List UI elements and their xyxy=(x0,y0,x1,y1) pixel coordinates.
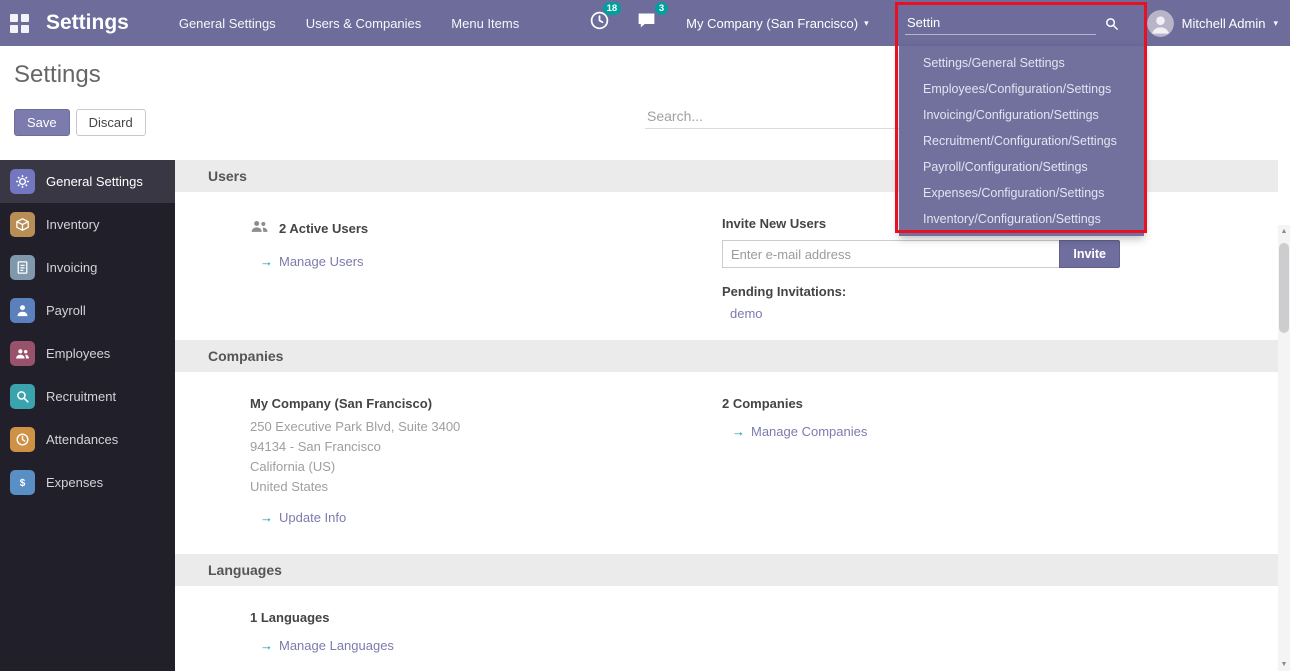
languages-section: 1 Languages → Manage Languages xyxy=(175,586,1278,671)
chat-bubble-icon xyxy=(636,10,657,36)
activities-button[interactable]: 18 xyxy=(589,10,610,36)
invite-button[interactable]: Invite xyxy=(1059,240,1120,268)
person-icon xyxy=(10,298,35,323)
vertical-scrollbar[interactable]: ▲ ▼ xyxy=(1278,225,1290,671)
sidebar-item-inventory[interactable]: Inventory xyxy=(0,203,175,246)
chevron-down-icon: ▾ xyxy=(1273,18,1278,29)
scroll-up-arrow-icon[interactable]: ▲ xyxy=(1278,228,1290,235)
search-suggestion-item[interactable]: Invoicing/Configuration/Settings xyxy=(899,102,1144,128)
update-info-label: Update Info xyxy=(279,510,346,525)
save-button[interactable]: Save xyxy=(14,109,70,136)
control-panel-buttons: Save Discard xyxy=(14,109,146,136)
address-line: 94134 - San Francisco xyxy=(250,437,722,457)
search-suggestion-item[interactable]: Payroll/Configuration/Settings xyxy=(899,154,1144,180)
sidebar-item-label: Recruitment xyxy=(46,389,116,404)
sidebar-item-employees[interactable]: Employees xyxy=(0,332,175,375)
sidebar-item-expenses[interactable]: $ Expenses xyxy=(0,461,175,504)
sidebar-item-label: Expenses xyxy=(46,475,103,490)
box-icon xyxy=(10,212,35,237)
sidebar-item-label: Inventory xyxy=(46,217,99,232)
dollar-icon: $ xyxy=(10,470,35,495)
messages-badge: 3 xyxy=(655,2,668,15)
user-avatar xyxy=(1147,10,1174,37)
address-line: United States xyxy=(250,477,722,497)
page-title: Settings xyxy=(14,61,101,89)
settings-sidebar: General Settings Inventory Invoicing Pay… xyxy=(0,160,175,671)
chevron-down-icon: ▾ xyxy=(864,18,869,29)
arrow-right-icon: → xyxy=(732,424,745,439)
arrow-right-icon: → xyxy=(260,638,273,653)
gear-icon xyxy=(10,169,35,194)
companies-section: My Company (San Francisco) 250 Executive… xyxy=(175,372,1278,554)
users-group-icon xyxy=(250,216,270,241)
search-suggestion-item[interactable]: Expenses/Configuration/Settings xyxy=(899,180,1144,206)
search-suggestion-item[interactable]: Inventory/Configuration/Settings xyxy=(899,206,1144,232)
arrow-right-icon: → xyxy=(260,510,273,525)
section-title: Companies xyxy=(208,348,283,364)
address-line: 250 Executive Park Blvd, Suite 3400 xyxy=(250,417,722,437)
company-switcher[interactable]: My Company (San Francisco) ▾ xyxy=(686,16,868,31)
navbar-search-input[interactable] xyxy=(905,11,1096,35)
messages-button[interactable]: 3 xyxy=(636,10,657,36)
discard-button[interactable]: Discard xyxy=(76,109,146,136)
sidebar-item-label: General Settings xyxy=(46,174,143,189)
menu-general-settings[interactable]: General Settings xyxy=(171,10,284,37)
sidebar-item-attendances[interactable]: Attendances xyxy=(0,418,175,461)
search-suggestion-item[interactable]: Recruitment/Configuration/Settings xyxy=(899,128,1144,154)
sidebar-item-label: Attendances xyxy=(46,432,118,447)
sidebar-item-label: Payroll xyxy=(46,303,86,318)
invite-email-input[interactable] xyxy=(722,240,1059,268)
scroll-down-arrow-icon[interactable]: ▼ xyxy=(1278,661,1290,668)
sidebar-item-invoicing[interactable]: Invoicing xyxy=(0,246,175,289)
sidebar-item-general-settings[interactable]: General Settings xyxy=(0,160,175,203)
update-info-link[interactable]: → Update Info xyxy=(260,510,346,525)
user-menu[interactable]: Mitchell Admin ▾ xyxy=(1147,10,1278,37)
app-title[interactable]: Settings xyxy=(46,11,129,35)
search-suggestion-item[interactable]: Employees/Configuration/Settings xyxy=(899,76,1144,102)
section-header-languages: Languages xyxy=(175,554,1278,586)
manage-languages-label: Manage Languages xyxy=(279,638,394,653)
section-title: Users xyxy=(208,168,247,184)
section-header-companies: Companies xyxy=(175,340,1278,372)
arrow-right-icon: → xyxy=(260,254,273,269)
address-line: California (US) xyxy=(250,457,722,477)
pending-invitations-label: Pending Invitations: xyxy=(722,284,1142,299)
sidebar-item-label: Invoicing xyxy=(46,260,97,275)
manage-companies-label: Manage Companies xyxy=(751,424,867,439)
navbar-search xyxy=(905,7,1119,39)
sidebar-item-label: Employees xyxy=(46,346,110,361)
manage-languages-link[interactable]: → Manage Languages xyxy=(260,638,394,653)
invoice-document-icon xyxy=(10,255,35,280)
company-address: 250 Executive Park Blvd, Suite 3400 9413… xyxy=(250,417,722,497)
manage-companies-link[interactable]: → Manage Companies xyxy=(732,424,867,439)
svg-text:$: $ xyxy=(20,478,26,489)
odoo-settings-screen: Settings General Settings Users & Compan… xyxy=(0,0,1290,671)
invite-input-group: Invite xyxy=(722,240,1120,268)
navbar-menus: General Settings Users & Companies Menu … xyxy=(171,10,527,37)
search-suggestion-item[interactable]: Settings/General Settings xyxy=(899,50,1144,76)
companies-count: 2 Companies xyxy=(722,396,1142,411)
manage-users-label: Manage Users xyxy=(279,254,364,269)
apps-grid-icon[interactable] xyxy=(10,14,29,33)
manage-users-link[interactable]: → Manage Users xyxy=(260,254,364,269)
menu-users-companies[interactable]: Users & Companies xyxy=(298,10,430,37)
sidebar-item-recruitment[interactable]: Recruitment xyxy=(0,375,175,418)
search-suggestions-dropdown: Settings/General Settings Employees/Conf… xyxy=(899,46,1144,236)
scrollbar-thumb[interactable] xyxy=(1279,243,1289,333)
languages-count: 1 Languages xyxy=(250,610,722,625)
settings-content: Users 2 Active Users → Manage Users Invi… xyxy=(175,160,1278,671)
search-icon[interactable] xyxy=(1104,16,1119,31)
company-name: My Company (San Francisco) xyxy=(250,396,722,411)
clock-icon xyxy=(10,427,35,452)
sidebar-item-payroll[interactable]: Payroll xyxy=(0,289,175,332)
people-icon xyxy=(10,341,35,366)
menu-menu-items[interactable]: Menu Items xyxy=(443,10,527,37)
company-switcher-label: My Company (San Francisco) xyxy=(686,16,858,31)
user-name-label: Mitchell Admin xyxy=(1182,16,1266,31)
activities-badge: 18 xyxy=(603,2,622,15)
active-users-count: 2 Active Users xyxy=(279,221,368,236)
section-title: Languages xyxy=(208,562,282,578)
magnifier-icon xyxy=(10,384,35,409)
pending-invitation-demo-link[interactable]: demo xyxy=(730,306,763,321)
